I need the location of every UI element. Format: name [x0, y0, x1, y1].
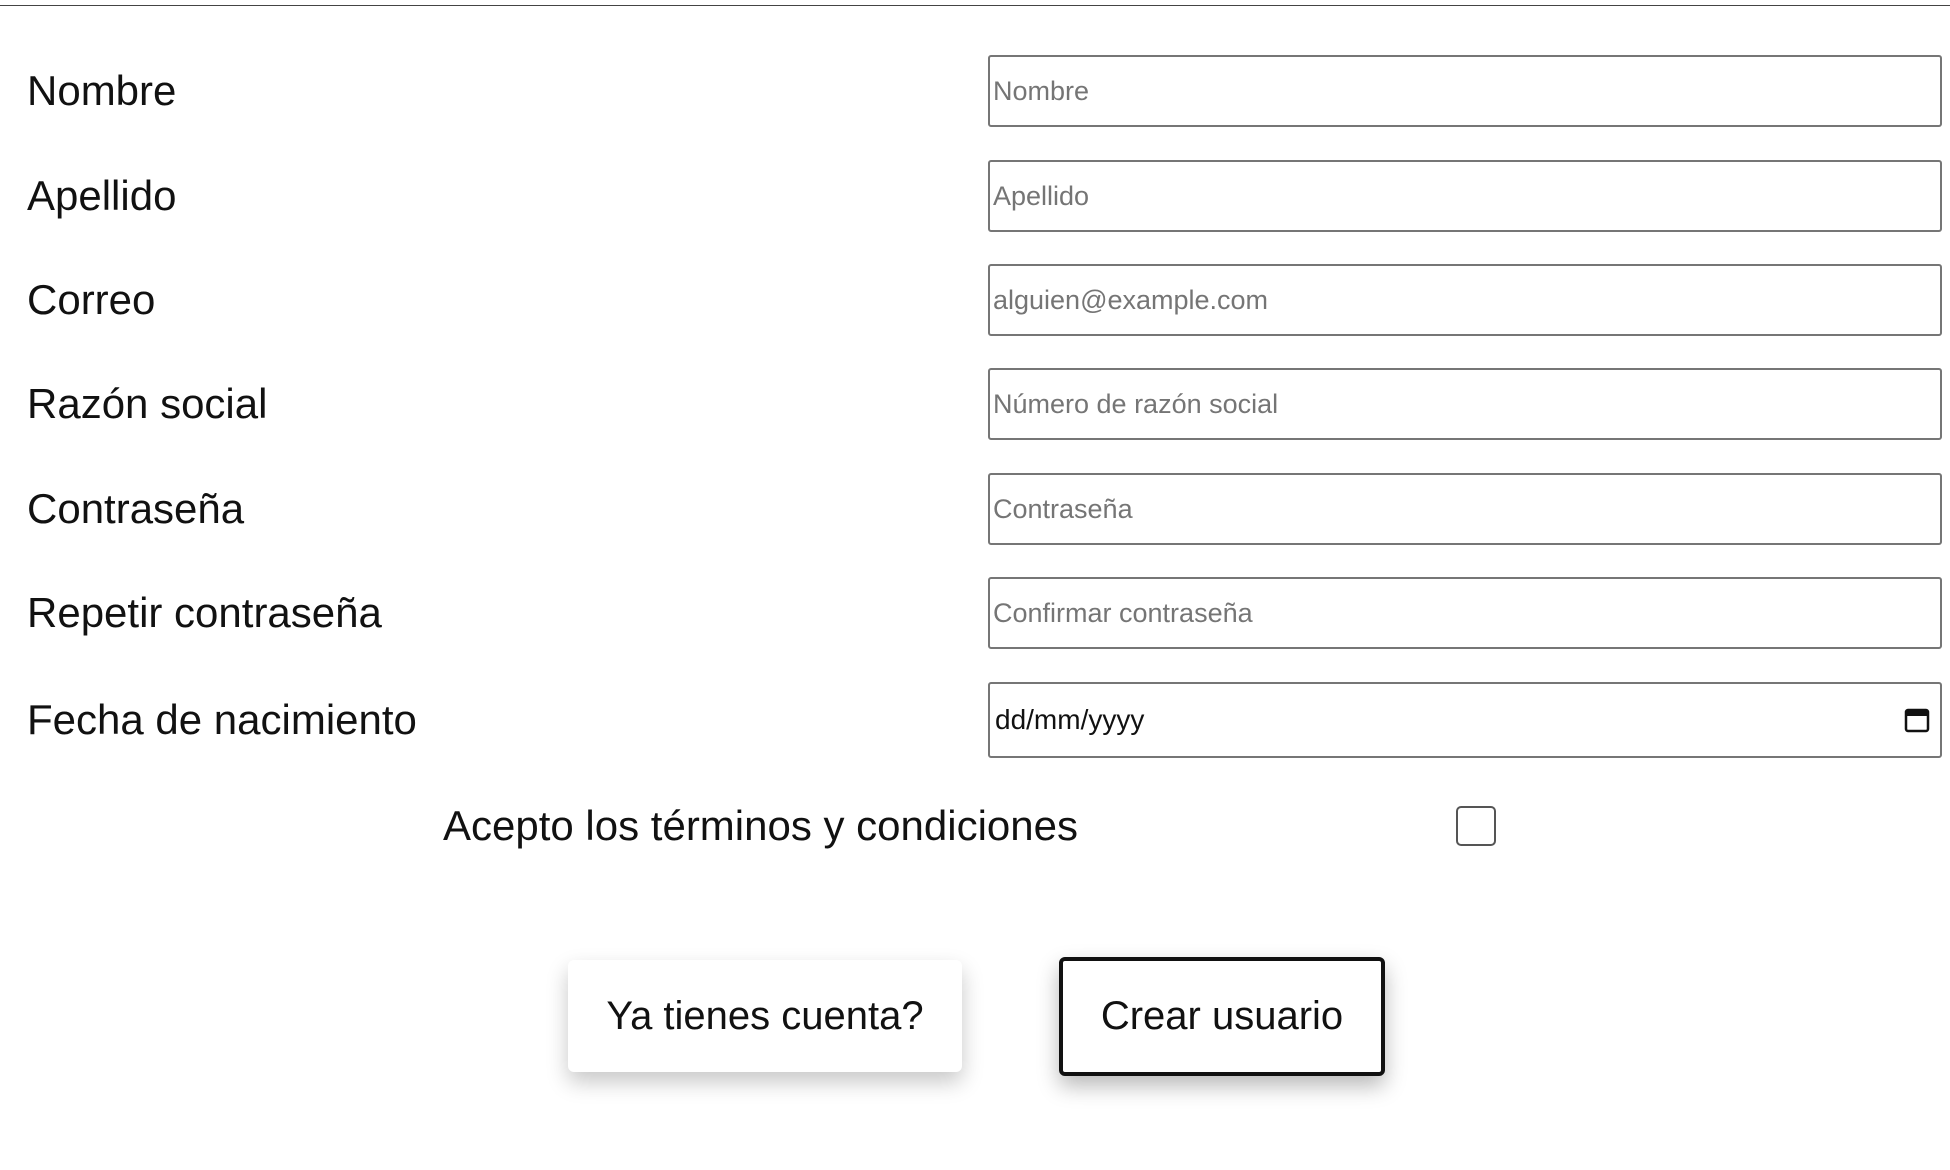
nombre-label: Nombre: [27, 67, 177, 114]
field-row-contrasena: Contraseña: [0, 473, 1950, 545]
confirm-password-input[interactable]: [988, 577, 1942, 649]
birthdate-value: dd/mm/yyyy: [995, 704, 1145, 735]
top-divider: [0, 5, 1950, 6]
field-row-apellido: Apellido: [0, 160, 1950, 232]
create-user-button[interactable]: Crear usuario: [1059, 957, 1385, 1076]
password-input[interactable]: [988, 473, 1942, 545]
field-row-razon-social: Razón social: [0, 368, 1950, 440]
field-row-nombre: Nombre: [0, 55, 1950, 127]
apellido-input[interactable]: [988, 160, 1942, 232]
terms-label: Acepto los términos y condiciones: [443, 802, 1078, 849]
birthdate-input[interactable]: dd/mm/yyyy: [988, 682, 1942, 758]
field-row-fecha-nacimiento: Fecha de nacimiento dd/mm/yyyy: [0, 682, 1950, 758]
nombre-input[interactable]: [988, 55, 1942, 127]
apellido-label: Apellido: [27, 172, 177, 219]
correo-input[interactable]: [988, 264, 1942, 336]
contrasena-label: Contraseña: [27, 485, 245, 532]
fecha-nacimiento-label: Fecha de nacimiento: [27, 696, 417, 743]
terms-checkbox[interactable]: [1456, 806, 1496, 846]
razon-social-label: Razón social: [27, 380, 268, 427]
field-row-repetir-contrasena: Repetir contraseña: [0, 577, 1950, 649]
field-row-correo: Correo: [0, 264, 1950, 336]
login-link-button[interactable]: Ya tienes cuenta?: [568, 960, 962, 1072]
correo-label: Correo: [27, 276, 156, 323]
calendar-icon[interactable]: [1904, 707, 1930, 733]
razon-social-input[interactable]: [988, 368, 1942, 440]
repetir-contrasena-label: Repetir contraseña: [27, 589, 382, 636]
